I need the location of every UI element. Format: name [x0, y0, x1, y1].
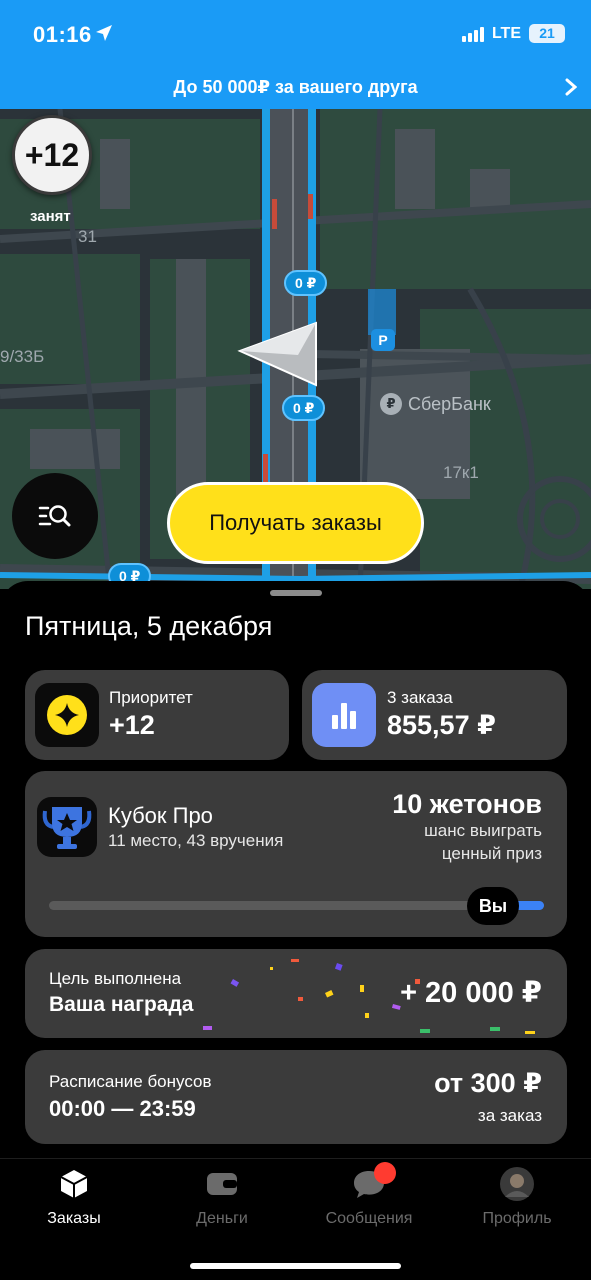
unread-badge	[374, 1162, 396, 1184]
map-label-house: 31	[78, 227, 97, 246]
bonus-time-range: 00:00 — 23:59	[49, 1096, 196, 1121]
promo-banner[interactable]: До 50 000₽ за вашего друга	[0, 66, 591, 109]
driver-status: занят	[30, 208, 71, 225]
sheet-grabber[interactable]	[270, 590, 322, 596]
status-bar: 01:16 LTE 21	[0, 0, 591, 66]
goal-amount: + 20 000 ₽	[400, 977, 542, 1009]
poi-sberbank[interactable]: ₽ СберБанк	[380, 393, 491, 415]
bonus-label: Расписание бонусов	[49, 1072, 212, 1091]
sheet-date: Пятница, 5 декабря	[25, 611, 273, 641]
priority-value: +12	[109, 710, 155, 740]
tab-profile[interactable]: Профиль	[443, 1167, 591, 1228]
orders-earnings: 855,57 ₽	[387, 710, 496, 740]
orders-count: 3 заказа	[387, 688, 453, 707]
tab-label: Профиль	[482, 1210, 552, 1227]
navigation-arrow-icon	[237, 321, 317, 387]
bonus-schedule-card[interactable]: Расписание бонусов 00:00 — 23:59 от 300 …	[25, 1050, 567, 1144]
wallet-icon	[205, 1167, 239, 1201]
order-search-button[interactable]	[12, 473, 98, 559]
status-indicators: LTE 21	[461, 24, 565, 43]
get-orders-button[interactable]: Получать заказы	[167, 482, 424, 564]
map-label-house: 9/33Б	[0, 347, 45, 366]
parking-icon[interactable]: P	[371, 329, 395, 351]
goal-reward-card[interactable]: Цель выполнена Ваша награда + 20 000 ₽	[25, 949, 567, 1038]
priority-card[interactable]: Приоритет +12	[25, 670, 289, 760]
bank-icon: ₽	[380, 393, 402, 415]
network-type: LTE	[491, 24, 521, 42]
goal-label: Цель выполнена	[49, 969, 182, 988]
tab-money[interactable]: Деньги	[148, 1167, 296, 1228]
bar-chart-icon	[312, 683, 376, 747]
promo-text: До 50 000₽ за вашего друга	[173, 77, 418, 97]
tab-label: Сообщения	[325, 1210, 413, 1227]
priority-label: Приоритет	[109, 688, 193, 707]
priority-badge[interactable]: +12	[12, 115, 92, 195]
tab-messages[interactable]: Сообщения	[295, 1162, 443, 1228]
signal-icon	[461, 26, 484, 42]
cup-title: Кубок Про	[108, 803, 213, 828]
status-time: 01:16	[33, 22, 92, 47]
cup-hint-line1: шанс выиграть	[424, 821, 542, 840]
price-pin[interactable]: 0 ₽	[282, 395, 326, 421]
home-indicator	[190, 1263, 401, 1269]
map-label-house: 17к1	[443, 463, 479, 482]
box-icon	[57, 1167, 91, 1201]
battery-icon: 21	[529, 24, 565, 43]
avatar	[500, 1167, 534, 1201]
cup-pro-card[interactable]: Кубок Про 11 место, 43 вручения 10 жетон…	[25, 771, 567, 937]
price-pin[interactable]: 0 ₽	[284, 270, 328, 296]
chevron-right-icon	[565, 78, 577, 96]
app-screen: 01:16 LTE 21 До 50 000₽ за вашего друга	[0, 0, 591, 1280]
cup-subtitle: 11 место, 43 вручения	[108, 831, 284, 850]
tab-label: Заказы	[47, 1210, 101, 1227]
you-marker: Вы	[467, 887, 519, 925]
cup-tokens: 10 жетонов	[392, 789, 542, 819]
poi-name: СберБанк	[408, 393, 491, 414]
bonus-unit: за заказ	[477, 1106, 542, 1125]
orders-card[interactable]: 3 заказа 855,57 ₽	[302, 670, 567, 760]
tab-label: Деньги	[196, 1210, 248, 1227]
tab-bar: Заказы Деньги Сообщения Профиль	[0, 1158, 591, 1280]
trophy-icon	[37, 797, 97, 857]
location-arrow-icon	[96, 25, 112, 41]
chat-bubble-icon	[352, 1162, 396, 1201]
tab-orders[interactable]: Заказы	[0, 1167, 148, 1228]
search-list-icon	[38, 505, 71, 527]
cup-hint-line2: ценный приз	[441, 844, 542, 863]
bonus-amount: от 300 ₽	[434, 1068, 542, 1098]
priority-icon	[35, 683, 99, 747]
goal-title: Ваша награда	[49, 993, 194, 1016]
